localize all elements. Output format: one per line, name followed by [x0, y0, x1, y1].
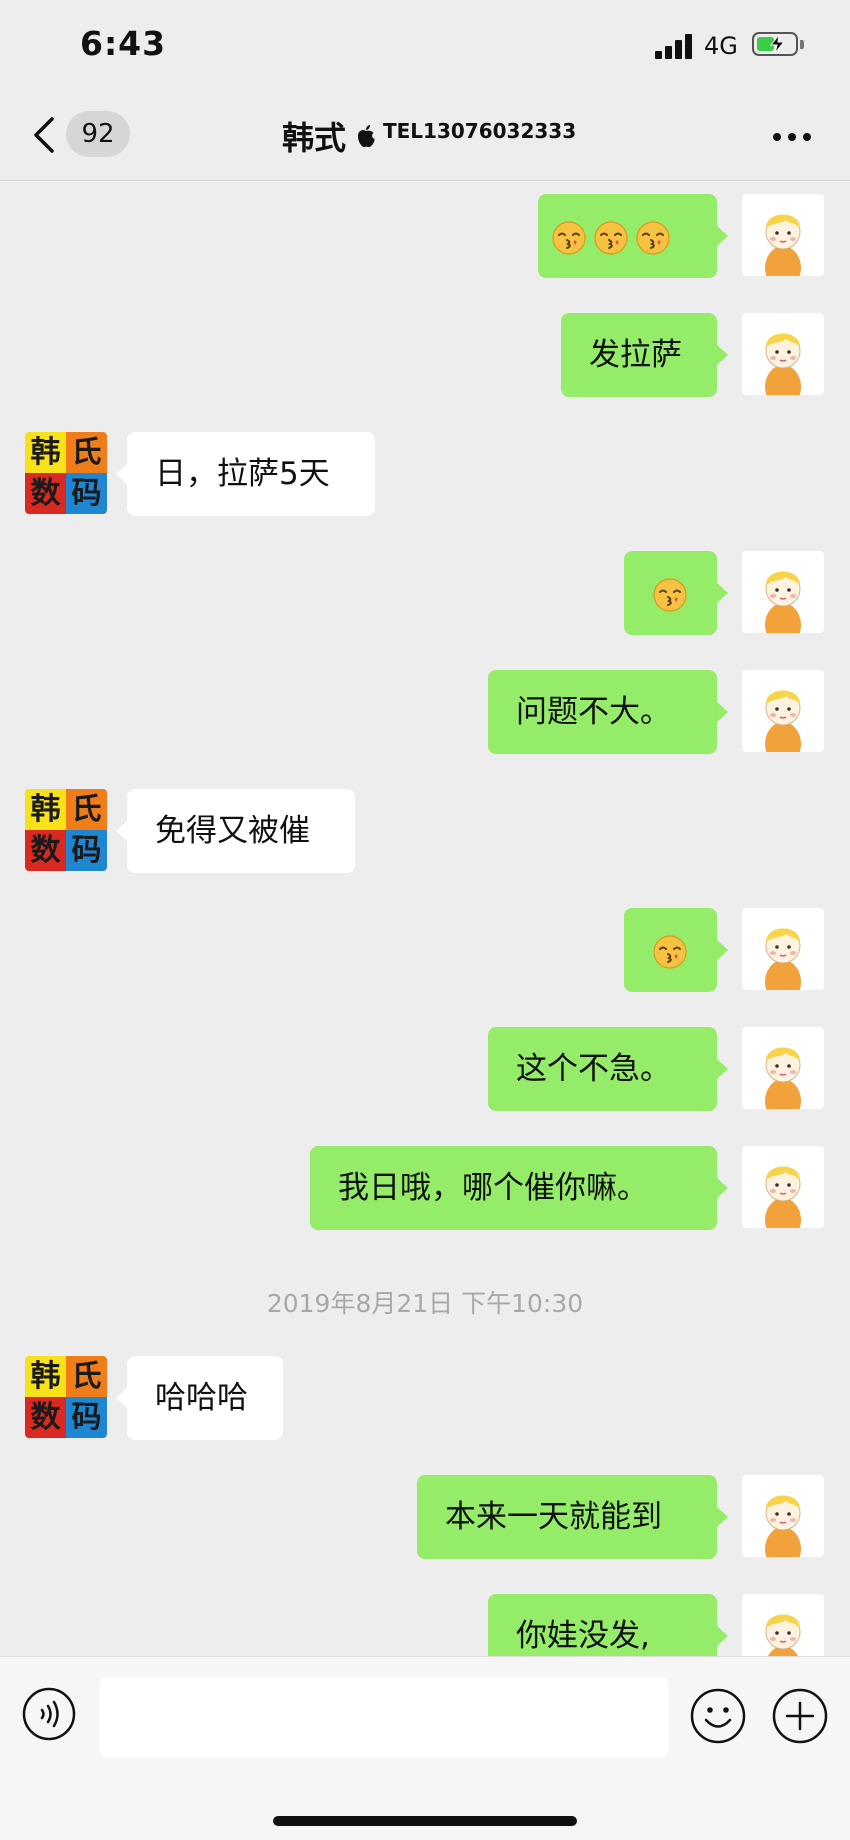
- kiss-face-emoji-icon: [552, 220, 586, 255]
- message-bubble-me[interactable]: [538, 194, 728, 278]
- contact-avatar[interactable]: 韩 氏 数 码: [25, 432, 107, 514]
- emoji-picker-icon[interactable]: [689, 1687, 747, 1745]
- kiss-face-emoji-icon: [594, 220, 628, 255]
- battery-tip: [800, 40, 804, 49]
- status-time: 6:43: [80, 24, 167, 63]
- more-actions-plus-icon[interactable]: [771, 1687, 829, 1745]
- message-bubble-me[interactable]: 发拉萨: [561, 313, 728, 397]
- message-bubble-contact[interactable]: 日，拉萨5天: [116, 432, 375, 516]
- battery-icon: [752, 32, 798, 56]
- contact-name: 韩式: [282, 119, 347, 157]
- network-label: 4G: [704, 32, 738, 60]
- message-bubble-me[interactable]: 问题不大。: [488, 670, 728, 754]
- message-bubble-me[interactable]: [624, 908, 728, 992]
- signal-icon: [655, 33, 695, 59]
- self-avatar[interactable]: [742, 551, 824, 633]
- back-chevron-icon[interactable]: [24, 113, 68, 157]
- kiss-face-emoji-icon: [636, 220, 670, 255]
- apple-icon: [358, 125, 375, 148]
- message-bubble-contact[interactable]: 哈哈哈: [116, 1356, 283, 1440]
- contact-avatar[interactable]: 韩 氏 数 码: [25, 789, 107, 871]
- message-bubble-me[interactable]: 本来一天就能到: [417, 1475, 728, 1559]
- self-avatar[interactable]: [742, 313, 824, 395]
- kiss-face-emoji-icon: [653, 934, 687, 969]
- message-input-field[interactable]: [99, 1677, 669, 1757]
- chat-header: 92 韩式 TEL13076032333: [0, 95, 850, 181]
- voice-input-icon[interactable]: [22, 1687, 76, 1741]
- message-bubble-contact[interactable]: 免得又被催: [116, 789, 355, 873]
- message-bubble-me[interactable]: 我日哦，哪个催你嘛。: [310, 1146, 728, 1230]
- self-avatar[interactable]: [742, 1027, 824, 1109]
- message-bubble-me[interactable]: 这个不急。: [488, 1027, 728, 1111]
- contact-avatar[interactable]: 韩 氏 数 码: [25, 1356, 107, 1438]
- self-avatar[interactable]: [742, 1475, 824, 1557]
- contact-subtitle: TEL13076032333: [383, 119, 577, 143]
- kiss-face-emoji-icon: [653, 577, 687, 612]
- self-avatar[interactable]: [742, 908, 824, 990]
- chat-timestamp: 2019年8月21日 下午10:30: [266, 1289, 584, 1318]
- message-bubble-me[interactable]: [624, 551, 728, 635]
- more-options-icon[interactable]: [773, 133, 813, 145]
- message-input-bar: [0, 1656, 850, 1840]
- home-indicator[interactable]: [273, 1816, 577, 1826]
- self-avatar[interactable]: [742, 1146, 824, 1228]
- self-avatar[interactable]: [742, 670, 824, 752]
- unread-count-badge[interactable]: 92: [66, 111, 130, 157]
- status-bar: 6:43 4G: [0, 0, 850, 95]
- self-avatar[interactable]: [742, 194, 824, 276]
